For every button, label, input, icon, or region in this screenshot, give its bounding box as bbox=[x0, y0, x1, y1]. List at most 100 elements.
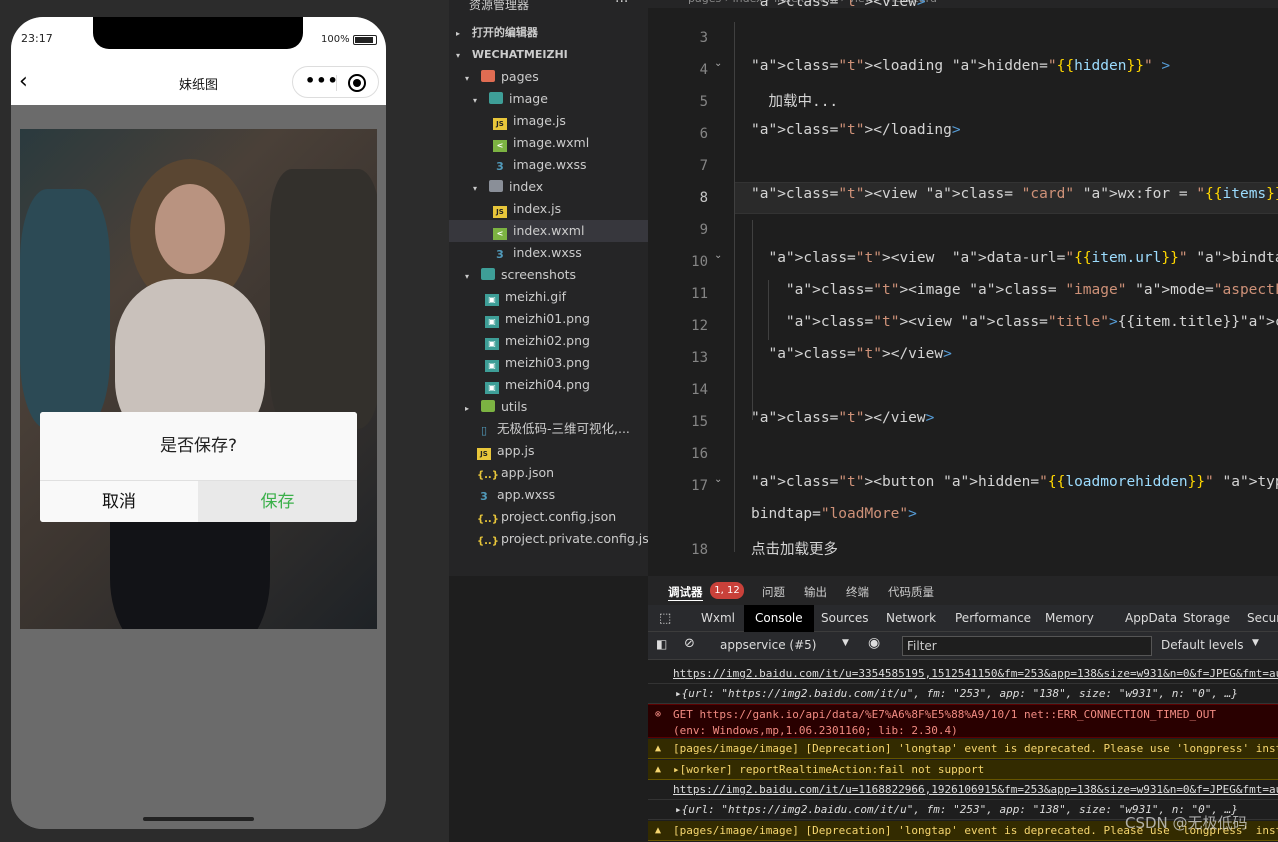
tree-item-label: app.wxss bbox=[497, 487, 556, 502]
code-line: "a">class="t"><view "a">class= "card" "a… bbox=[751, 186, 1278, 202]
tab-code-quality[interactable]: 代码质量 bbox=[888, 584, 934, 600]
tree-item[interactable]: JS image.js bbox=[449, 110, 648, 132]
tree-item[interactable]: ▾ screenshots bbox=[449, 264, 648, 286]
photo-image[interactable] bbox=[20, 129, 377, 629]
console-link[interactable]: https://img2.baidu.com/it/u=3354585195,1… bbox=[673, 667, 1278, 680]
line-number: 3 bbox=[699, 30, 708, 46]
tree-item[interactable]: < index.wxml bbox=[449, 220, 648, 242]
console-message[interactable]: https://img2.baidu.com/it/u=1168822966,1… bbox=[648, 780, 1278, 800]
fold-chevron-icon[interactable]: ⌄ bbox=[714, 474, 722, 485]
tree-item-label: meizhi02.png bbox=[505, 333, 590, 348]
section-open-editors[interactable]: ▸ 打开的编辑器 bbox=[449, 22, 648, 44]
close-target-icon[interactable] bbox=[348, 74, 366, 92]
save-button[interactable]: 保存 bbox=[198, 480, 357, 522]
file-icon: ▯ bbox=[480, 424, 488, 437]
console-message[interactable]: https://img2.baidu.com/it/u=3354585195,1… bbox=[648, 664, 1278, 684]
more-icon[interactable]: ••• bbox=[305, 71, 339, 90]
code-line: "a">class="t"><view "a">data-url="{{item… bbox=[768, 250, 1278, 266]
line-number: 16 bbox=[691, 446, 708, 462]
sidebar-toggle-icon[interactable]: ◧ bbox=[656, 637, 667, 651]
tree-item[interactable]: 3 image.wxss bbox=[449, 154, 648, 176]
console-object[interactable]: {url: "https://img2.baidu.com/it/u", fm:… bbox=[682, 687, 1238, 700]
tree-item[interactable]: ▾ index bbox=[449, 176, 648, 198]
warning-icon: ▲ bbox=[655, 764, 662, 775]
code-line: "a">class="t"><loading "a">hidden="{{hid… bbox=[751, 58, 1171, 74]
line-number: 8 bbox=[699, 190, 708, 206]
tab-console[interactable]: Console bbox=[744, 605, 814, 632]
tab-performance[interactable]: Performance bbox=[944, 605, 1042, 632]
console-message[interactable]: ▸{url: "https://img2.baidu.com/it/u", fm… bbox=[648, 684, 1278, 704]
console-message[interactable]: ▲ ▸[worker] reportRealtimeAction:fail not… bbox=[648, 760, 1278, 780]
warning-icon: ▲ bbox=[655, 825, 662, 836]
tree-item[interactable]: {..} app.json bbox=[449, 462, 648, 484]
code-line: bindtap="loadMore"> bbox=[751, 506, 917, 522]
tree-item-label: image bbox=[508, 91, 548, 106]
more-icon[interactable]: ··· bbox=[615, 0, 628, 10]
tree-item[interactable]: ▾ pages bbox=[449, 66, 648, 88]
home-indicator bbox=[143, 817, 254, 821]
code-line: "a">class="t"></view> bbox=[768, 346, 952, 362]
tree-item[interactable]: ▣ meizhi01.png bbox=[449, 308, 648, 330]
file-icon: {..} bbox=[477, 514, 499, 525]
tree-item[interactable]: 3 app.wxss bbox=[449, 484, 648, 506]
tree-item[interactable]: ▾ image bbox=[449, 88, 648, 110]
code-editor[interactable]: pages › index › index.wxml › view › view… bbox=[648, 0, 1278, 576]
menu-capsule: ••• bbox=[292, 66, 379, 98]
file-icon: {..} bbox=[477, 470, 499, 481]
console-env: (env: Windows,mp,1.06.2301160; lib: 2.30… bbox=[673, 724, 958, 737]
tree-item[interactable]: ▣ meizhi04.png bbox=[449, 374, 648, 396]
tree-item[interactable]: JS index.js bbox=[449, 198, 648, 220]
status-bar: 23:17 100% bbox=[11, 17, 386, 61]
file-icon: JS bbox=[493, 206, 507, 218]
tree-item[interactable]: ▸ utils bbox=[449, 396, 648, 418]
chevron-icon: ▾ bbox=[465, 74, 470, 83]
tree-item[interactable]: JS app.js bbox=[449, 440, 648, 462]
filter-input[interactable]: Filter bbox=[902, 636, 1152, 656]
console-message[interactable]: ⊗ GET https://gank.io/api/data/%E7%A6%8F%… bbox=[648, 704, 1278, 738]
tree-item[interactable]: ▣ meizhi.gif bbox=[449, 286, 648, 308]
tab-output[interactable]: 输出 bbox=[804, 584, 827, 600]
tree-item-label: utils bbox=[500, 399, 528, 414]
tab-storage[interactable]: Storage bbox=[1172, 605, 1241, 632]
chevron-down-icon[interactable]: ▼ bbox=[842, 638, 849, 648]
chevron-icon: ▾ bbox=[473, 96, 478, 105]
console-text: GET https://gank.io/api/data/%E7%A6%8F%E… bbox=[673, 708, 1217, 721]
clear-console-icon[interactable]: ⊘ bbox=[684, 636, 695, 651]
tab-wxml[interactable]: Wxml bbox=[690, 605, 746, 632]
tree-item[interactable]: ▯ 无极低码-三维可视化,... bbox=[449, 418, 648, 440]
tab-security[interactable]: Secur bbox=[1236, 605, 1278, 632]
phone-frame: 23:17 100% ‹ 妹纸图 ••• 是否保存? 取消 保存 bbox=[11, 17, 386, 829]
tree-item[interactable]: {..} project.private.config.js... bbox=[449, 528, 648, 550]
console-message[interactable]: ▲ [pages/image/image] [Deprecation] 'long… bbox=[648, 739, 1278, 759]
expand-chevron-icon[interactable]: ▸ bbox=[675, 803, 682, 816]
section-project[interactable]: ▾ WECHATMEIZHI bbox=[449, 44, 648, 66]
tree-item-label: project.config.json bbox=[501, 509, 617, 524]
levels-select[interactable]: Default levels bbox=[1161, 638, 1243, 652]
tab-debugger[interactable]: 调试器 bbox=[668, 584, 703, 601]
line-number: 18 bbox=[691, 542, 708, 558]
fold-chevron-icon[interactable]: ⌄ bbox=[714, 58, 722, 69]
inspect-icon[interactable]: ⬚ bbox=[648, 605, 678, 632]
tab-memory[interactable]: Memory bbox=[1034, 605, 1105, 632]
code-line: "a">class="t"><view> bbox=[751, 0, 926, 10]
tab-problems[interactable]: 问题 bbox=[762, 584, 785, 600]
tree-item[interactable]: ▣ meizhi02.png bbox=[449, 330, 648, 352]
tab-network[interactable]: Network bbox=[875, 605, 947, 632]
fold-chevron-icon[interactable]: ⌄ bbox=[714, 250, 722, 261]
cancel-button[interactable]: 取消 bbox=[40, 480, 198, 522]
tree-item-label: meizhi03.png bbox=[505, 355, 590, 370]
levels-chevron-icon[interactable]: ▼ bbox=[1252, 638, 1259, 648]
console-link[interactable]: https://img2.baidu.com/it/u=1168822966,1… bbox=[673, 783, 1278, 796]
tree-item[interactable]: {..} project.config.json bbox=[449, 506, 648, 528]
tree-item[interactable]: < image.wxml bbox=[449, 132, 648, 154]
tree-item[interactable]: ▣ meizhi03.png bbox=[449, 352, 648, 374]
eye-icon[interactable]: ◉ bbox=[868, 635, 880, 651]
tree-item[interactable]: 3 index.wxss bbox=[449, 242, 648, 264]
tab-sources[interactable]: Sources bbox=[810, 605, 879, 632]
file-icon: JS bbox=[493, 118, 507, 130]
tab-terminal[interactable]: 终端 bbox=[846, 584, 869, 600]
breadcrumb: pages › index › index.wxml › view › view… bbox=[648, 0, 1278, 8]
context-select[interactable]: appservice (#5) bbox=[720, 638, 816, 652]
expand-chevron-icon[interactable]: ▸ bbox=[675, 687, 682, 700]
file-icon bbox=[488, 92, 503, 104]
